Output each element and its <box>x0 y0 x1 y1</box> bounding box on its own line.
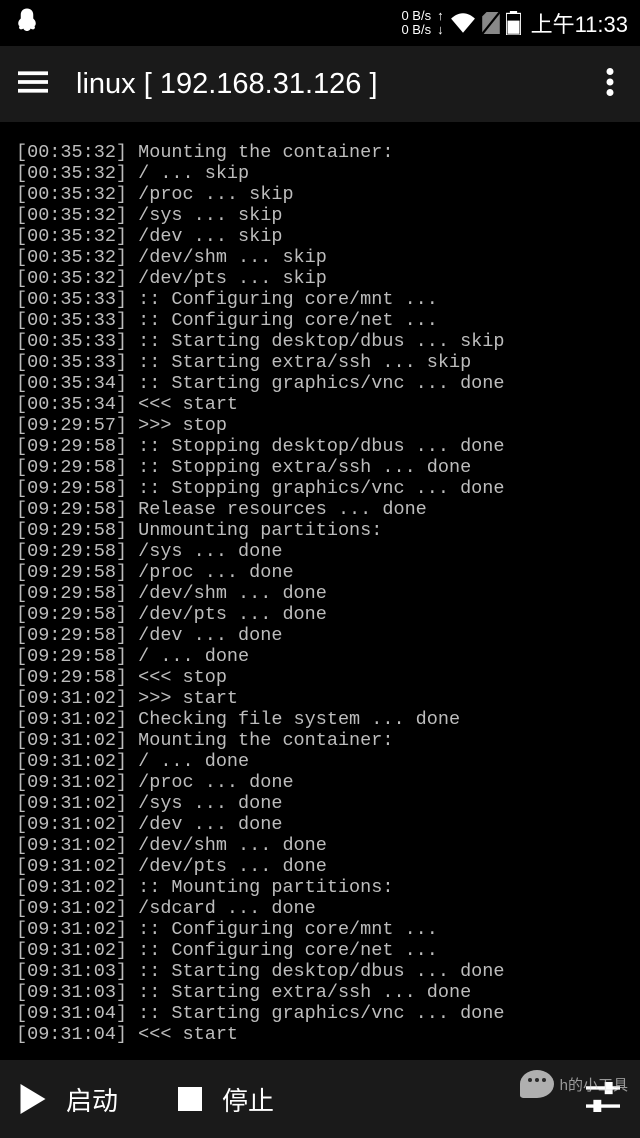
terminal-line: [09:31:02] :: Mounting partitions: <box>16 877 624 898</box>
wifi-icon <box>450 13 476 33</box>
watermark-text: h的小工具 <box>560 1074 628 1095</box>
terminal-line: [09:29:57] >>> stop <box>16 415 624 436</box>
terminal-line: [09:31:02] :: Configuring core/mnt ... <box>16 919 624 940</box>
terminal-line: [09:31:02] /proc ... done <box>16 772 624 793</box>
terminal-line: [00:35:32] Mounting the container: <box>16 142 624 163</box>
terminal-line: [09:29:58] :: Stopping extra/ssh ... don… <box>16 457 624 478</box>
terminal-line: [00:35:32] /sys ... skip <box>16 205 624 226</box>
terminal-line: [00:35:33] :: Starting desktop/dbus ... … <box>16 331 624 352</box>
terminal-line: [09:29:58] Unmounting partitions: <box>16 520 624 541</box>
terminal-line: [09:29:58] /dev/shm ... done <box>16 583 624 604</box>
terminal-line: [00:35:33] :: Configuring core/mnt ... <box>16 289 624 310</box>
play-icon <box>20 1084 46 1114</box>
terminal-line: [00:35:32] /dev ... skip <box>16 226 624 247</box>
terminal-line: [09:29:58] / ... done <box>16 646 624 667</box>
terminal-line: [09:31:02] /dev/pts ... done <box>16 856 624 877</box>
terminal-line: [00:35:33] :: Configuring core/net ... <box>16 310 624 331</box>
terminal-line: [09:31:04] <<< start <box>16 1024 624 1045</box>
terminal-line: [09:29:58] Release resources ... done <box>16 499 624 520</box>
status-bar: 0 B/s 0 B/s ↑↓ 上午11:33 <box>0 0 640 46</box>
terminal-line: [09:31:03] :: Starting extra/ssh ... don… <box>16 982 624 1003</box>
terminal-line: [00:35:34] <<< start <box>16 394 624 415</box>
terminal-line: [09:31:02] Checking file system ... done <box>16 709 624 730</box>
watermark: h的小工具 <box>520 1070 628 1098</box>
qq-penguin-icon <box>12 6 42 41</box>
terminal-line: [09:31:02] / ... done <box>16 751 624 772</box>
terminal-line: [00:35:32] /dev/shm ... skip <box>16 247 624 268</box>
start-button[interactable]: 启动 <box>20 1081 118 1118</box>
wechat-icon <box>520 1070 554 1098</box>
terminal-line: [09:31:02] /sdcard ... done <box>16 898 624 919</box>
more-vert-icon[interactable] <box>598 68 622 101</box>
net-up: 0 B/s <box>401 23 431 37</box>
terminal-line: [00:35:32] /dev/pts ... skip <box>16 268 624 289</box>
terminal-line: [09:29:58] :: Stopping desktop/dbus ... … <box>16 436 624 457</box>
stop-button[interactable]: 停止 <box>178 1081 274 1118</box>
terminal-line: [09:29:58] <<< stop <box>16 667 624 688</box>
terminal-line: [09:29:58] /dev ... done <box>16 625 624 646</box>
app-bar: linux [ 192.168.31.126 ] <box>0 46 640 122</box>
terminal-output[interactable]: [00:35:32] Mounting the container:[00:35… <box>0 122 640 1060</box>
terminal-line: [09:31:02] :: Configuring core/net ... <box>16 940 624 961</box>
clock: 上午11:33 <box>531 7 628 39</box>
terminal-line: [09:31:02] >>> start <box>16 688 624 709</box>
terminal-line: [09:31:02] /dev/shm ... done <box>16 835 624 856</box>
battery-icon <box>506 11 521 35</box>
terminal-line: [09:29:58] /dev/pts ... done <box>16 604 624 625</box>
terminal-line: [09:31:02] /dev ... done <box>16 814 624 835</box>
start-label: 启动 <box>66 1081 118 1118</box>
network-speed: 0 B/s 0 B/s <box>401 9 431 37</box>
hamburger-menu-icon[interactable] <box>18 70 48 99</box>
status-left <box>12 6 42 41</box>
stop-icon <box>178 1087 202 1111</box>
terminal-line: [09:31:02] Mounting the container: <box>16 730 624 751</box>
terminal-line: [09:29:58] :: Stopping graphics/vnc ... … <box>16 478 624 499</box>
terminal-line: [09:31:02] /sys ... done <box>16 793 624 814</box>
stop-label: 停止 <box>222 1081 274 1118</box>
terminal-line: [00:35:32] / ... skip <box>16 163 624 184</box>
terminal-line: [09:31:03] :: Starting desktop/dbus ... … <box>16 961 624 982</box>
net-down: 0 B/s <box>401 9 431 23</box>
no-sim-icon <box>482 12 500 34</box>
terminal-line: [00:35:34] :: Starting graphics/vnc ... … <box>16 373 624 394</box>
terminal-line: [00:35:32] /proc ... skip <box>16 184 624 205</box>
net-arrows-icon: ↑↓ <box>437 9 444 37</box>
terminal-line: [09:29:58] /proc ... done <box>16 562 624 583</box>
status-right: 0 B/s 0 B/s ↑↓ 上午11:33 <box>401 7 628 39</box>
terminal-line: [09:29:58] /sys ... done <box>16 541 624 562</box>
terminal-line: [09:31:04] :: Starting graphics/vnc ... … <box>16 1003 624 1024</box>
app-title: linux [ 192.168.31.126 ] <box>76 68 570 101</box>
terminal-line: [00:35:33] :: Starting extra/ssh ... ski… <box>16 352 624 373</box>
